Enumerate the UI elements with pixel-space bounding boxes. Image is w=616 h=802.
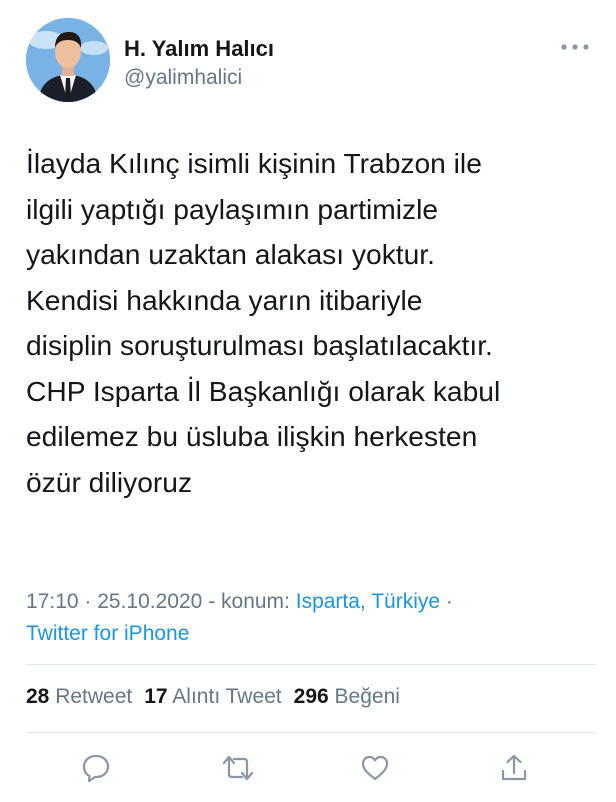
- tweet-text-line: özür diliyoruz: [26, 465, 193, 498]
- location-link[interactable]: Isparta, Türkiye: [296, 590, 440, 613]
- like-button[interactable]: [355, 748, 395, 788]
- share-icon: [501, 754, 527, 781]
- location-prefix: konum:: [221, 590, 290, 613]
- tweet-text-line: disiplin soruşturulması başlatılacaktır.: [26, 329, 493, 361]
- reply-icon: [82, 754, 110, 783]
- tweet-date[interactable]: 25.10.2020: [97, 590, 202, 613]
- author-handle[interactable]: @yalimhalici: [124, 66, 242, 90]
- quote-count: 17: [144, 685, 168, 708]
- tweet-text-line: Kendisi hakkında yarın itibariyle: [26, 283, 423, 316]
- avatar-image: [26, 18, 110, 102]
- tweet-meta-row: Twitter for iPhone: [26, 618, 596, 650]
- retweet-count-link[interactable]: 28 Retweet: [26, 685, 132, 708]
- like-label: Beğeni: [334, 685, 400, 708]
- quote-label: Alıntı Tweet: [172, 685, 282, 708]
- author-display-name[interactable]: H. Yalım Halıcı: [124, 36, 274, 62]
- meta-separator: -: [208, 590, 222, 613]
- tweet-text-line: İlayda Kılınç isimli kişinin Trabzon ile: [26, 147, 482, 179]
- divider: [26, 732, 596, 733]
- tweet-text-line: yakından uzaktan alakası yoktur.: [26, 238, 435, 270]
- reply-button[interactable]: [76, 748, 116, 788]
- tweet-time[interactable]: 17:10: [26, 590, 79, 613]
- avatar[interactable]: [26, 18, 110, 102]
- like-count: 296: [293, 685, 329, 708]
- retweet-icon: [222, 755, 254, 781]
- like-count-link[interactable]: 296 Beğeni: [294, 685, 400, 708]
- tweet-header: H. Yalım Halıcı @yalimhalici: [26, 18, 596, 108]
- source-link[interactable]: Twitter for iPhone: [26, 622, 189, 645]
- tweet-actions: [0, 748, 616, 792]
- tweet-text-line: edilemez bu üsluba ilişkin herkesten: [26, 420, 478, 452]
- retweet-label: Retweet: [55, 685, 133, 708]
- share-button[interactable]: [494, 748, 534, 788]
- tweet-text-line: CHP Isparta İl Başkanlığı olarak kabul: [26, 374, 501, 407]
- tweet-meta-row: 17:10 · 25.10.2020 - konum: Isparta, Tür…: [26, 586, 596, 618]
- quote-count-link[interactable]: 17 Alıntı Tweet: [144, 685, 281, 708]
- retweet-count: 28: [26, 685, 50, 708]
- heart-icon: [361, 755, 389, 781]
- tweet-meta: 17:10 · 25.10.2020 - konum: Isparta, Tür…: [26, 586, 596, 650]
- divider: [26, 664, 596, 665]
- tweet-text-line: ilgili yaptığı paylaşımın partimizle: [26, 192, 439, 225]
- meta-separator: ·: [445, 590, 453, 613]
- tweet-text: İlayda Kılınç isimli kişinin Trabzon ile…: [26, 141, 601, 505]
- more-horizontal-icon[interactable]: [558, 40, 592, 54]
- meta-separator: ·: [84, 590, 98, 613]
- tweet-stats: 28 Retweet 17 Alıntı Tweet 296 Beğeni: [26, 685, 400, 709]
- retweet-button[interactable]: [218, 748, 258, 788]
